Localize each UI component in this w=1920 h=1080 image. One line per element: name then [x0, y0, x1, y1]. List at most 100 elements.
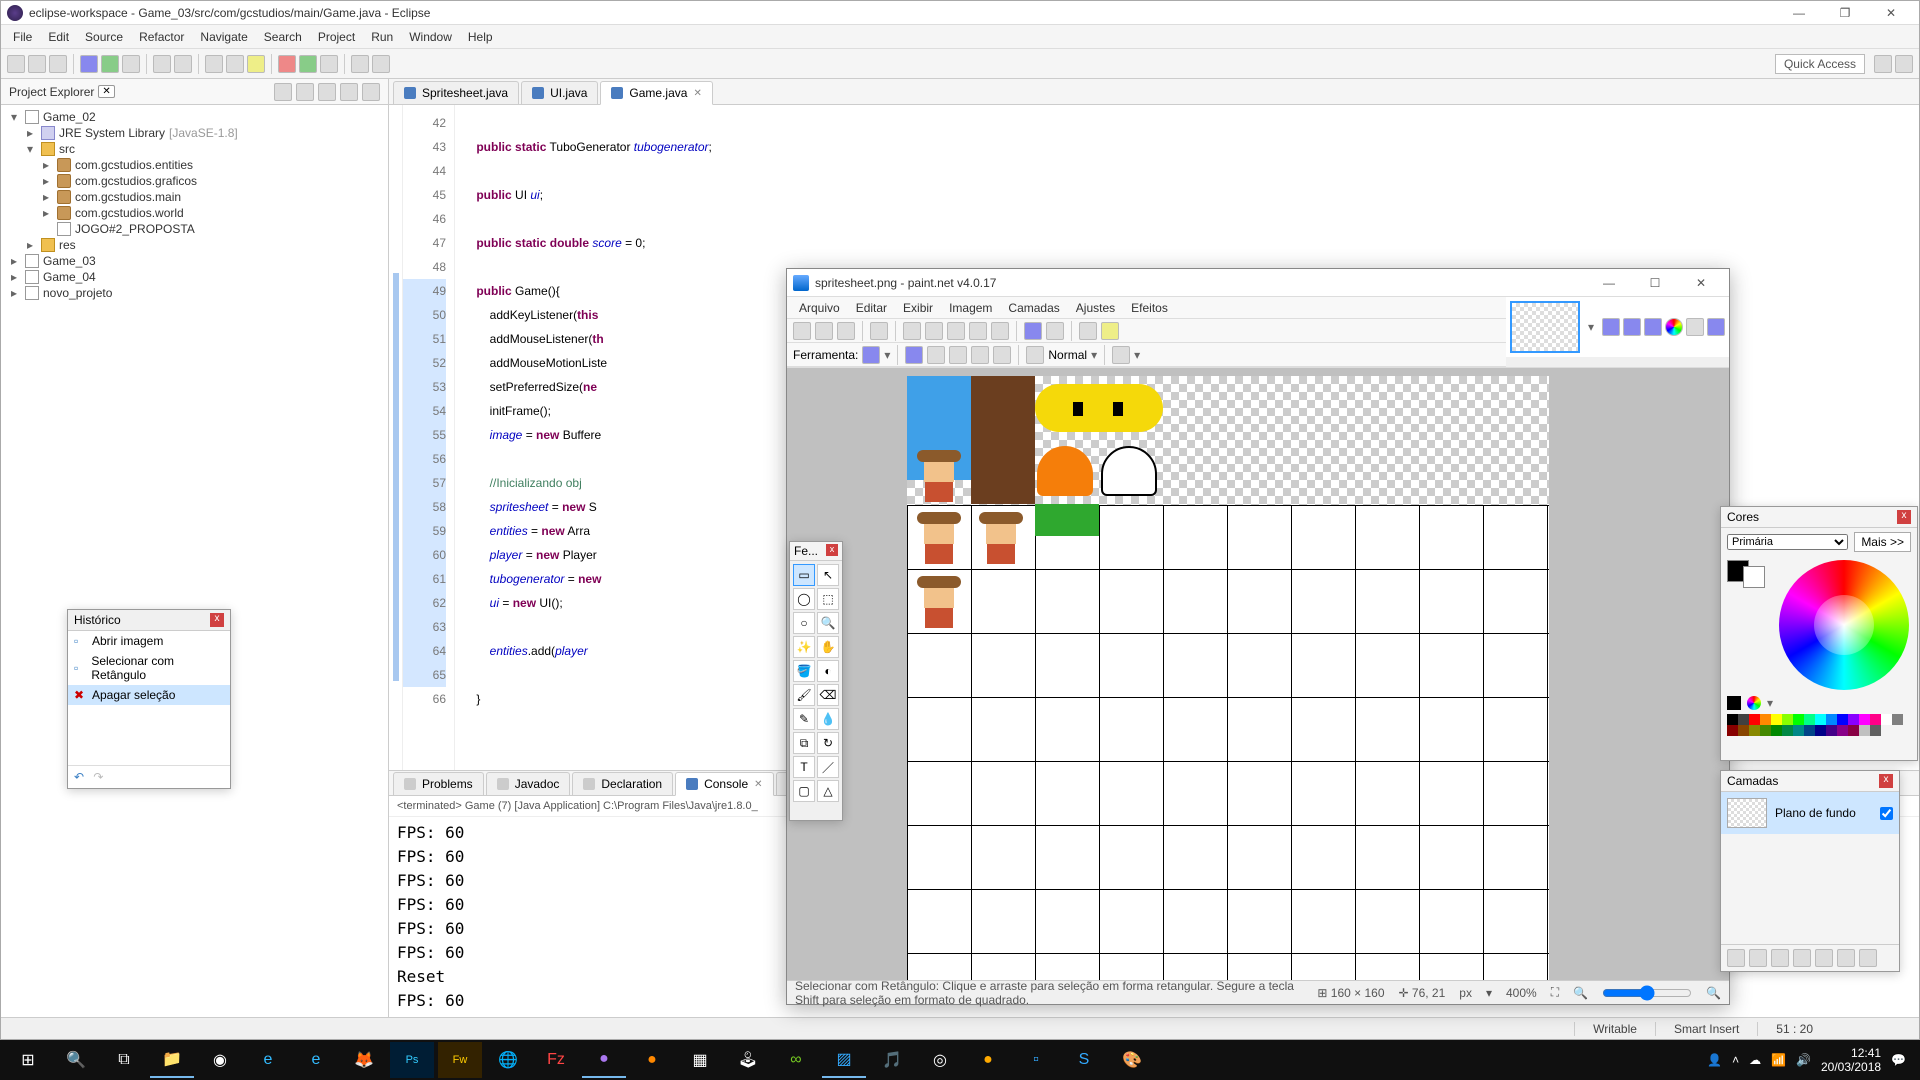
paintnet-titlebar[interactable]: spritesheet.png - paint.net v4.0.17 — ☐ … [787, 269, 1729, 297]
status-unit[interactable]: px [1459, 986, 1472, 1000]
editor-tab[interactable]: UI.java [521, 81, 598, 104]
pn-tools-toggle-icon[interactable] [1602, 318, 1620, 336]
palette-swatch[interactable] [1738, 725, 1749, 736]
pn-menu-editar[interactable]: Editar [848, 299, 895, 317]
tool-pan[interactable]: ✋ [817, 636, 839, 658]
tools-panel[interactable]: Fe...x ▭ ↖ ◯ ⬚ ○ 🔍 ✨ ✋ 🪣 ◐ 🖌 ⌫ ✎ 💧 ⧉ ↻ T… [789, 541, 843, 821]
palette-swatch[interactable] [1771, 714, 1782, 725]
run-icon[interactable] [101, 55, 119, 73]
pn-selmode-add-icon[interactable] [927, 346, 945, 364]
pn-undo-icon[interactable] [1024, 322, 1042, 340]
pn-cut-icon[interactable] [903, 322, 921, 340]
tray-onedrive-icon[interactable]: ☁ [1749, 1053, 1761, 1067]
tb-firefox[interactable]: 🦊 [342, 1042, 386, 1078]
color-wheel[interactable] [1779, 560, 1909, 690]
zoom-slider[interactable] [1602, 985, 1692, 1001]
tree-node[interactable]: ▸res [7, 237, 382, 253]
tb-app1[interactable]: ● [630, 1042, 674, 1078]
search-button[interactable]: 🔍 [54, 1042, 98, 1078]
zoom-out-icon[interactable]: 🔍 [1573, 986, 1588, 1000]
save-icon[interactable] [28, 55, 46, 73]
palette-swatch[interactable] [1837, 725, 1848, 736]
open-type-icon[interactable] [205, 55, 223, 73]
palette-swatch[interactable] [1881, 714, 1892, 725]
pn-deselect-icon[interactable] [991, 322, 1009, 340]
palette-swatch[interactable] [1793, 714, 1804, 725]
tb-eclipse[interactable]: ● [582, 1042, 626, 1078]
collapse-all-icon[interactable] [274, 83, 292, 101]
hue-icon[interactable] [1747, 696, 1761, 710]
step-icon[interactable] [320, 55, 338, 73]
pn-new-icon[interactable] [793, 322, 811, 340]
tree-node[interactable]: ▸com.gcstudios.entities [7, 157, 382, 173]
layer-merge-icon[interactable] [1793, 949, 1811, 967]
minimize-view-icon[interactable] [340, 83, 358, 101]
tb-app2[interactable]: ▦ [678, 1042, 722, 1078]
tb-itunes[interactable]: 🎵 [870, 1042, 914, 1078]
tb-chrome[interactable]: 🌐 [486, 1042, 530, 1078]
menu-project[interactable]: Project [310, 27, 363, 47]
palette-swatch[interactable] [1815, 714, 1826, 725]
palette-swatch[interactable] [1848, 714, 1859, 725]
close-button[interactable]: ✕ [1869, 3, 1913, 23]
quick-access[interactable]: Quick Access [1775, 54, 1865, 74]
pn-copy-icon[interactable] [925, 322, 943, 340]
view-close-icon[interactable]: ✕ [98, 85, 114, 98]
palette-swatch[interactable] [1870, 725, 1881, 736]
tray-people-icon[interactable]: 👤 [1707, 1053, 1722, 1067]
tools-close-icon[interactable]: x [826, 544, 838, 556]
tree-node[interactable]: ▸Game_04 [7, 269, 382, 285]
palette-swatch[interactable] [1793, 725, 1804, 736]
palette-swatch[interactable] [1859, 725, 1870, 736]
layers-close-icon[interactable]: x [1879, 774, 1893, 788]
tool-rect-select[interactable]: ▭ [793, 564, 815, 586]
history-panel[interactable]: Histórico x ▫Abrir imagem▫Selecionar com… [67, 609, 231, 789]
tb-photoshop[interactable]: Ps [390, 1042, 434, 1078]
zoom-in-icon[interactable]: 🔍 [1706, 986, 1721, 1000]
tb-paintnet[interactable]: ▨ [822, 1042, 866, 1078]
pn-selmode-inv-icon[interactable] [993, 346, 1011, 364]
pn-save-icon[interactable] [837, 322, 855, 340]
tb-app6[interactable]: ▫ [1014, 1042, 1058, 1078]
palette-swatch[interactable] [1738, 714, 1749, 725]
tree-node[interactable]: ▸com.gcstudios.main [7, 189, 382, 205]
bottom-tab-problems[interactable]: Problems [393, 772, 484, 795]
tree-node[interactable]: ▾src [7, 141, 382, 157]
tree-node[interactable]: ▾Game_02 [7, 109, 382, 125]
palette-swatch[interactable] [1870, 714, 1881, 725]
colors-panel[interactable]: Coresx Primária Mais >> ▾ [1720, 506, 1918, 761]
thumb-dropdown-icon[interactable]: ▾ [1584, 320, 1598, 334]
tree-node[interactable]: ▸Game_03 [7, 253, 382, 269]
menu-navigate[interactable]: Navigate [192, 27, 255, 47]
palette-swatch[interactable] [1760, 714, 1771, 725]
pn-close-button[interactable]: ✕ [1679, 273, 1723, 293]
new-package-icon[interactable] [153, 55, 171, 73]
layer-delete-icon[interactable] [1749, 949, 1767, 967]
tool-lasso[interactable]: ◯ [793, 588, 815, 610]
pn-grid-icon[interactable] [1079, 322, 1097, 340]
maximize-view-icon[interactable] [362, 83, 380, 101]
palette-swatch[interactable] [1892, 714, 1903, 725]
pn-print-icon[interactable] [870, 322, 888, 340]
layer-visible-checkbox[interactable] [1880, 807, 1893, 820]
menu-edit[interactable]: Edit [40, 27, 77, 47]
tb-edge[interactable]: e [294, 1042, 338, 1078]
pn-help-icon[interactable] [1707, 318, 1725, 336]
tree-node[interactable]: JOGO#2_PROPOSTA [7, 221, 382, 237]
forward-icon[interactable] [372, 55, 390, 73]
history-item[interactable]: ▫Selecionar com Retângulo [68, 651, 230, 685]
bottom-tab-declaration[interactable]: Declaration [572, 772, 673, 795]
tb-ie[interactable]: e [246, 1042, 290, 1078]
palette-swatch[interactable] [1760, 725, 1771, 736]
resume-icon[interactable] [299, 55, 317, 73]
palette-swatch[interactable] [1749, 725, 1760, 736]
debug-icon[interactable] [80, 55, 98, 73]
tree-node[interactable]: ▸JRE System Library [JavaSE-1.8] [7, 125, 382, 141]
image-thumbnail[interactable] [1510, 301, 1580, 353]
pn-history-toggle-icon[interactable] [1623, 318, 1641, 336]
tool-eraser[interactable]: ⌫ [817, 684, 839, 706]
layer-props-icon[interactable] [1859, 949, 1877, 967]
new-icon[interactable] [7, 55, 25, 73]
stop-icon[interactable] [278, 55, 296, 73]
colors-close-icon[interactable]: x [1897, 510, 1911, 524]
